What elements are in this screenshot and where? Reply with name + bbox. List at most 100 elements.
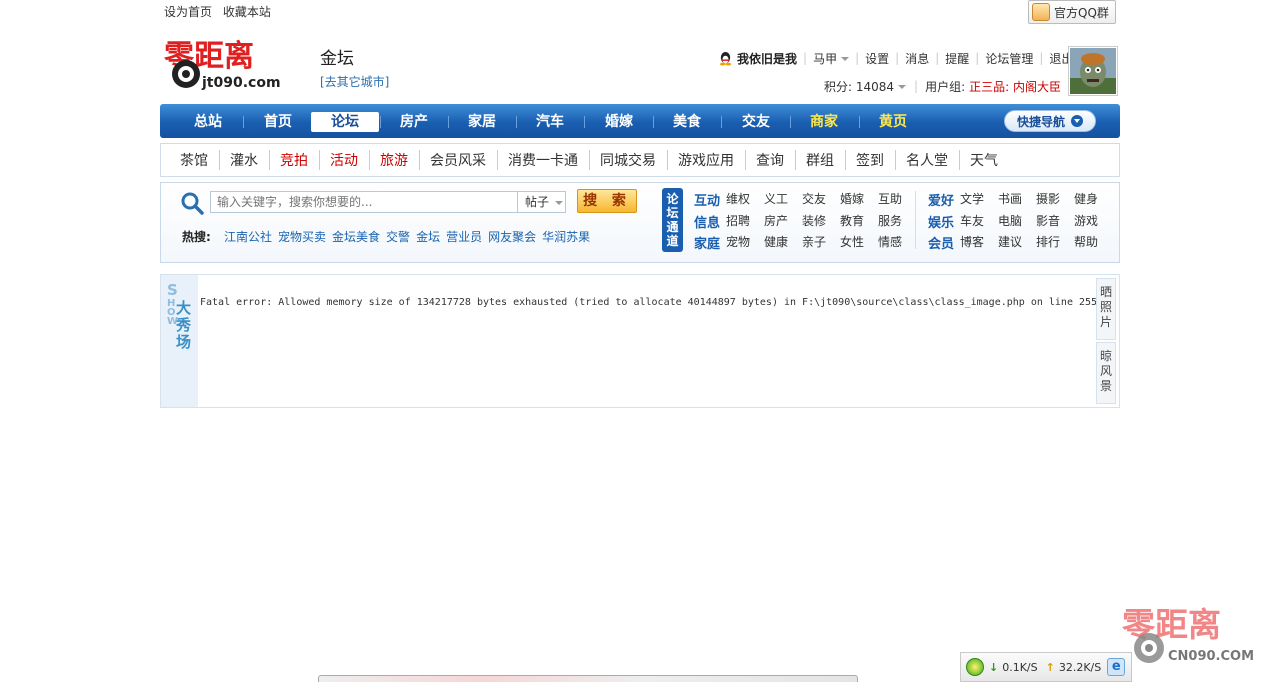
channel-link[interactable]: 车友	[960, 212, 998, 231]
username-link[interactable]: 我依旧是我	[737, 50, 797, 67]
watermark-domain: CN090.COM	[1168, 649, 1254, 664]
main-nav: 总站 首页 论坛 房产 家居 汽车 婚嫁 美食 交友 商家 黄页	[160, 104, 1120, 138]
channel-head[interactable]: 家庭	[694, 233, 726, 252]
channel-link[interactable]: 装修	[802, 212, 840, 231]
bookmark-link[interactable]: 收藏本站	[223, 5, 271, 19]
download-speed: 0.1K/S	[1002, 660, 1038, 674]
channel-link[interactable]: 维权	[726, 190, 764, 209]
hot-search-link[interactable]: 华润苏果	[542, 228, 590, 245]
hot-search-link[interactable]: 金坛美食	[332, 228, 380, 245]
subnav-item-auction[interactable]: 竞拍	[269, 150, 319, 170]
subnav-item-games[interactable]: 游戏应用	[667, 150, 745, 170]
hot-search-link[interactable]: 宠物买卖	[278, 228, 326, 245]
upload-arrow-icon: ↑	[1045, 660, 1055, 674]
channel-link[interactable]: 文学	[960, 190, 998, 209]
subnav-item-checkin[interactable]: 签到	[845, 150, 895, 170]
channel-link[interactable]: 建议	[998, 233, 1036, 252]
search-input[interactable]	[210, 191, 518, 213]
city-switch-link[interactable]: [去其它城市]	[320, 73, 389, 90]
channel-link[interactable]: 亲子	[802, 233, 840, 252]
nav-item-home[interactable]: 首页	[244, 112, 312, 132]
site-watermark: 零距离 CN090.COM	[1122, 606, 1254, 664]
channel-link[interactable]: 帮助	[1074, 233, 1112, 252]
channel-link[interactable]: 招聘	[726, 212, 764, 231]
subnav-item-hall-of-fame[interactable]: 名人堂	[895, 150, 959, 170]
subnav-item-events[interactable]: 活动	[319, 150, 369, 170]
nav-item-yellow-pages[interactable]: 黄页	[859, 112, 927, 132]
nav-item-auto[interactable]: 汽车	[516, 112, 584, 132]
quick-nav-button[interactable]: 快捷导航	[1004, 110, 1096, 132]
channel-head[interactable]: 娱乐	[928, 212, 960, 231]
channel-link[interactable]: 摄影	[1036, 190, 1074, 209]
hot-search-link[interactable]: 营业员	[446, 228, 482, 245]
upload-speed: 32.2K/S	[1058, 660, 1102, 674]
channel-link[interactable]: 女性	[840, 233, 878, 252]
hot-search-link[interactable]: 江南公社	[224, 228, 272, 245]
hot-search-link[interactable]: 金坛	[416, 228, 440, 245]
subnav-item-teahouse[interactable]: 茶馆	[180, 150, 219, 170]
reminders-link[interactable]: 提醒	[945, 50, 969, 67]
subnav-item-query[interactable]: 查询	[745, 150, 795, 170]
chevron-down-icon	[841, 57, 850, 61]
network-speed-widget[interactable]: ↓ 0.1K/S ↑ 32.2K/S e	[960, 652, 1132, 682]
channel-link[interactable]: 电脑	[998, 212, 1036, 231]
channel-head[interactable]: 会员	[928, 233, 960, 252]
channel-link[interactable]: 交友	[802, 190, 840, 209]
channel-head[interactable]: 爱好	[928, 190, 960, 209]
channel-link[interactable]: 健康	[764, 233, 802, 252]
channel-link[interactable]: 义工	[764, 190, 802, 209]
forum-admin-link[interactable]: 论坛管理	[985, 50, 1033, 67]
badge-char: 坛	[666, 206, 679, 220]
channel-link[interactable]: 服务	[878, 212, 916, 231]
user-group-label: 用户组:	[925, 79, 966, 94]
subnav-item-trade[interactable]: 同城交易	[589, 150, 667, 170]
channel-link[interactable]: 婚嫁	[840, 190, 878, 209]
tab-scenery[interactable]: 晾风景	[1096, 342, 1116, 404]
nav-item-portal[interactable]: 总站	[174, 112, 242, 132]
tab-photos[interactable]: 晒照片	[1096, 278, 1116, 340]
nav-item-merchants[interactable]: 商家	[790, 112, 858, 132]
site-logo[interactable]: 零距离 jt090.com	[164, 36, 288, 92]
set-home-link[interactable]: 设为首页	[164, 5, 212, 19]
channel-link[interactable]: 宠物	[726, 233, 764, 252]
channel-row-info: 信息 招聘 房产 装修 教育 服务	[694, 212, 916, 231]
subnav-item-groups[interactable]: 群组	[795, 150, 845, 170]
subnav-item-card[interactable]: 消费一卡通	[497, 150, 589, 170]
show-title-char: 秀	[176, 316, 192, 334]
nav-item-house[interactable]: 房产	[380, 112, 448, 132]
subnav-item-members[interactable]: 会员风采	[419, 150, 497, 170]
nav-item-wedding[interactable]: 婚嫁	[585, 112, 653, 132]
user-group-value[interactable]: 正三品: 内阁大臣	[969, 78, 1061, 95]
channel-link[interactable]: 排行	[1036, 233, 1074, 252]
channel-link[interactable]: 互助	[878, 190, 916, 209]
vest-menu[interactable]: 马甲	[813, 50, 850, 67]
subnav-item-weather[interactable]: 天气	[959, 150, 1009, 170]
nav-item-friends[interactable]: 交友	[722, 112, 790, 132]
subnav-item-chat[interactable]: 灌水	[219, 150, 269, 170]
channel-link[interactable]: 游戏	[1074, 212, 1112, 231]
nav-item-home-decor[interactable]: 家居	[448, 112, 516, 132]
channel-link[interactable]: 教育	[840, 212, 878, 231]
qq-group-button[interactable]: 官方QQ群	[1028, 0, 1116, 24]
hot-search-link[interactable]: 交警	[386, 228, 410, 245]
channel-head[interactable]: 互动	[694, 190, 726, 209]
messages-link[interactable]: 消息	[905, 50, 929, 67]
search-button[interactable]: 搜 索	[577, 189, 637, 213]
hot-search-link[interactable]: 网友聚会	[488, 228, 536, 245]
points-menu[interactable]: 积分: 14084	[824, 78, 907, 95]
channel-head[interactable]: 信息	[694, 212, 726, 231]
avatar[interactable]	[1068, 46, 1118, 96]
channel-link[interactable]: 博客	[960, 233, 998, 252]
channel-link[interactable]: 情感	[878, 233, 916, 252]
channel-link[interactable]: 房产	[764, 212, 802, 231]
qq-group-icon	[1032, 3, 1050, 21]
channel-link[interactable]: 影音	[1036, 212, 1074, 231]
chevron-down-icon	[898, 85, 907, 89]
nav-item-food[interactable]: 美食	[653, 112, 721, 132]
settings-link[interactable]: 设置	[865, 50, 889, 67]
subnav-item-travel[interactable]: 旅游	[369, 150, 419, 170]
search-type-select[interactable]: 帖子	[518, 191, 566, 213]
nav-item-forum[interactable]: 论坛	[311, 112, 379, 132]
channel-link[interactable]: 书画	[998, 190, 1036, 209]
channel-link[interactable]: 健身	[1074, 190, 1112, 209]
